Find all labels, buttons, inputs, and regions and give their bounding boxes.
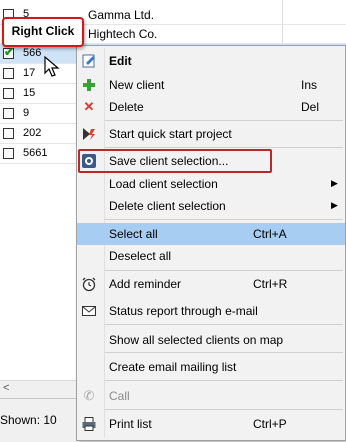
menu-separator — [105, 409, 343, 410]
row-checkbox[interactable] — [3, 148, 14, 159]
row-checkbox[interactable] — [3, 68, 14, 79]
menu-item-show-on-map[interactable]: Show all selected clients on map — [77, 329, 345, 351]
menu-item-delete[interactable]: ✕ Delete Del — [77, 96, 345, 118]
client-id: 5661 — [23, 147, 48, 159]
row-checkbox[interactable]: ✔ — [3, 45, 15, 59]
checkmark-icon: ✔ — [4, 45, 15, 59]
menu-separator — [105, 120, 343, 121]
client-id: 202 — [23, 127, 42, 139]
menu-separator — [105, 270, 343, 271]
phone-icon: ✆ — [83, 388, 95, 403]
client-id: 15 — [23, 87, 36, 99]
envelope-icon — [81, 303, 97, 319]
quick-start-icon — [81, 126, 97, 142]
alarm-clock-icon — [81, 276, 97, 292]
submenu-arrow-icon: ▶ — [331, 178, 338, 188]
delete-x-icon: ✕ — [83, 99, 95, 114]
menu-item-deselect-all[interactable]: Deselect all — [77, 245, 345, 267]
submenu-arrow-icon: ▶ — [331, 200, 338, 210]
printer-icon — [81, 416, 97, 432]
menu-item-new-client[interactable]: New client Ins — [77, 74, 345, 96]
menu-item-load-selection[interactable]: Load client selection ▶ — [77, 173, 345, 195]
row-checkbox[interactable] — [3, 128, 14, 139]
menu-item-print-list[interactable]: Print list Ctrl+P — [77, 413, 345, 435]
menu-item-quick-start[interactable]: Start quick start project — [77, 123, 345, 145]
menu-separator — [105, 352, 343, 353]
client-id: 17 — [23, 67, 36, 79]
menu-separator — [105, 219, 343, 220]
menu-item-add-reminder[interactable]: Add reminder Ctrl+R — [77, 273, 345, 295]
client-name: Hightech Co. — [88, 27, 158, 41]
client-name: Gamma Ltd. — [88, 8, 155, 22]
edit-icon — [81, 53, 97, 69]
row-checkbox[interactable] — [3, 88, 14, 99]
menu-item-status-report[interactable]: Status report through e-mail — [77, 300, 345, 322]
menu-item-select-all[interactable]: Select all Ctrl+A — [77, 223, 345, 245]
menu-item-create-mailing[interactable]: Create email mailing list — [77, 356, 345, 378]
menu-separator — [105, 147, 343, 148]
client-id: 9 — [23, 107, 30, 119]
horizontal-scrollbar[interactable]: < — [0, 380, 76, 398]
menu-separator — [105, 324, 343, 325]
row-checkbox[interactable] — [3, 108, 14, 119]
annotation-highlight-box — [78, 149, 272, 173]
scroll-left-icon[interactable]: < — [3, 382, 9, 394]
client-id: 566 — [23, 47, 42, 59]
right-click-callout: Right Click — [2, 17, 84, 47]
plus-icon — [81, 77, 97, 93]
menu-item-delete-selection[interactable]: Delete client selection ▶ — [77, 195, 345, 217]
menu-item-call[interactable]: ✆ Call — [77, 385, 345, 407]
menu-item-edit[interactable]: Edit — [77, 50, 345, 72]
mouse-pointer-icon — [44, 55, 60, 81]
status-footer: Shown: 10 — [0, 398, 76, 442]
shown-count: Shown: 10 — [0, 413, 57, 427]
context-menu: Edit New client Ins ✕ Delete Del Start q… — [76, 45, 346, 441]
menu-separator — [105, 380, 343, 381]
